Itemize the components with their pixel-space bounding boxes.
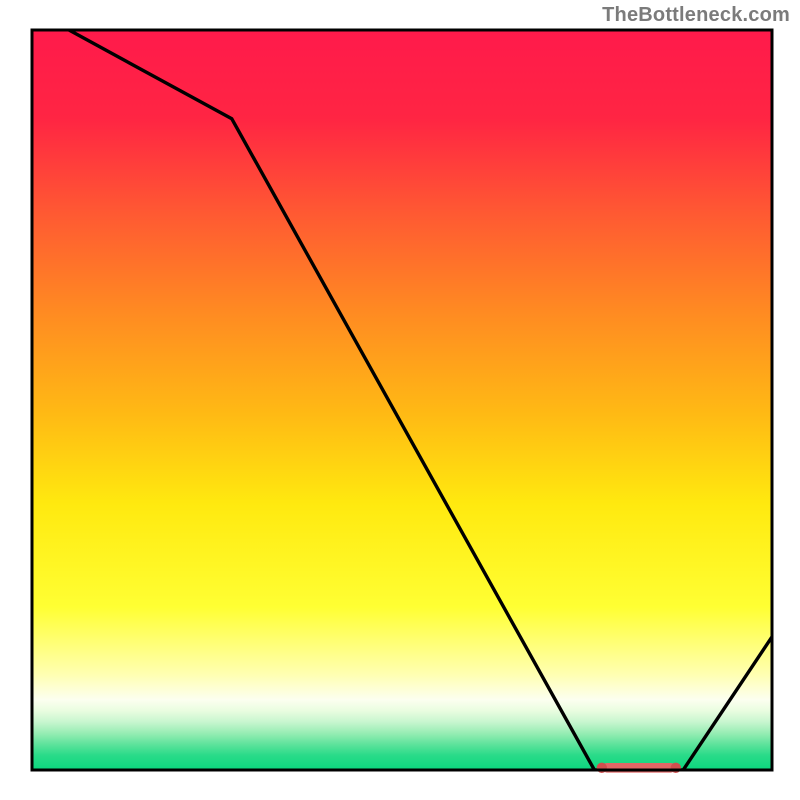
gradient-background [32, 30, 772, 770]
bottleneck-chart [0, 0, 800, 800]
plot-area [32, 15, 772, 773]
